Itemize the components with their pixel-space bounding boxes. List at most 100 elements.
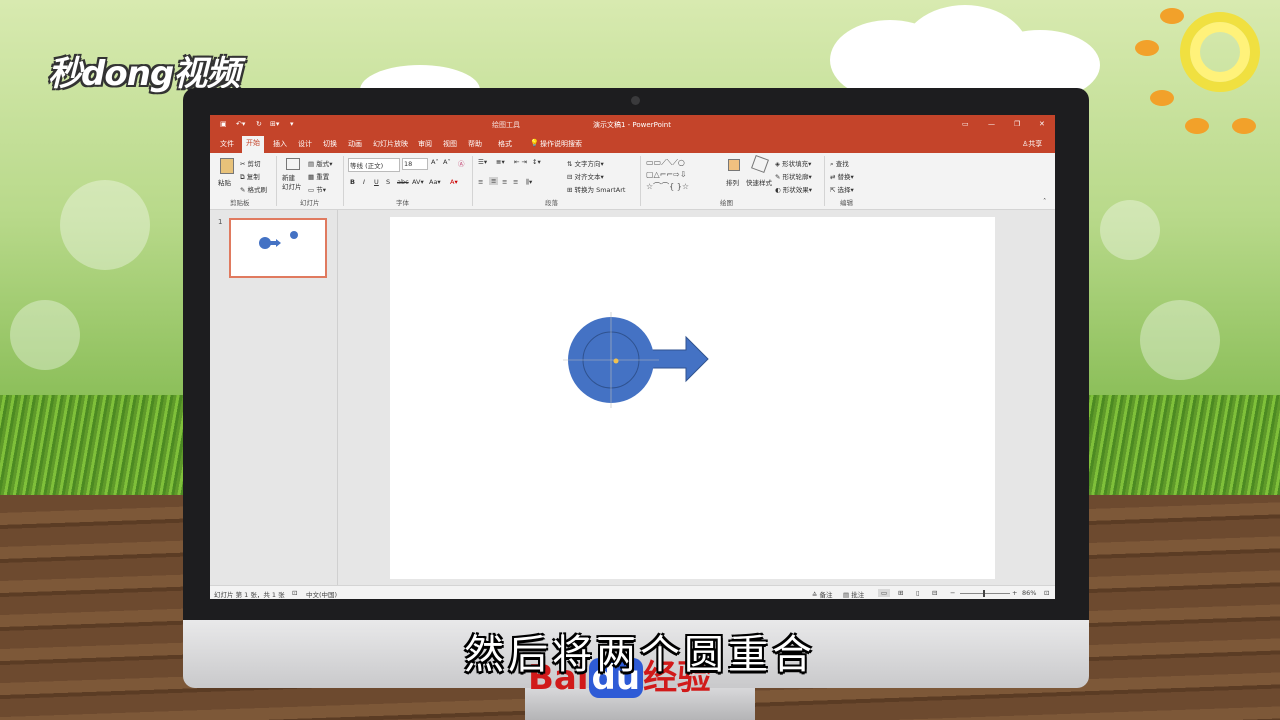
status-bar: 幻灯片 第 1 张，共 1 张 ⊡ 中文(中国) ≙ 备注 ▤ 批注 ▭ ⊞ ▯… [210,585,1055,599]
char-spacing-icon[interactable]: AV▾ [412,178,424,186]
normal-view-icon[interactable]: ▭ [878,589,891,597]
comment-icon: ▤ [843,591,852,599]
change-case-icon[interactable]: Aa▾ [429,178,441,186]
smartart-icon: ⊞ [567,186,575,194]
tab-help[interactable]: 帮助 [464,137,486,151]
cut-button[interactable]: ✂ 剪切 [240,158,261,168]
strikethrough-icon[interactable]: abc [397,178,409,186]
text-direction-button[interactable]: ⇅ 文字方向▾ [567,158,604,168]
format-painter-button[interactable]: ✎ 格式刷 [240,184,267,194]
close-icon[interactable]: ✕ [1039,120,1045,128]
bullets-icon[interactable]: ☰▾ [478,158,487,166]
columns-icon[interactable]: ⫼▾ [526,178,532,187]
redo-icon[interactable]: ↻ [256,120,262,128]
font-size-select[interactable]: 18 [402,158,428,170]
share-button[interactable]: ♙共享 [1018,137,1046,151]
present-icon[interactable]: ⊞▾ [270,120,279,128]
indent-icons[interactable]: ⇤ ⇥ [514,158,527,166]
section-icon: ▭ [308,186,317,194]
new-slide-button[interactable]: 新建 幻灯片 [282,174,302,192]
italic-icon[interactable]: I [363,178,365,186]
align-text-button[interactable]: ⊟ 对齐文本▾ [567,171,604,181]
window-title: 演示文稿1 - PowerPoint [593,121,671,129]
tab-transitions[interactable]: 切换 [319,137,341,151]
restore-icon[interactable]: ❐ [1014,120,1020,128]
tab-format[interactable]: 格式 [494,137,516,151]
section-button[interactable]: ▭ 节▾ [308,184,326,194]
fit-slide-icon[interactable]: ⊡ [1044,589,1049,597]
shape-outline-button[interactable]: ✎ 形状轮廓▾ [775,171,812,181]
shape-gallery[interactable]: ▭▭⟋⟍⟋○ ▢△⌐⌐⇨⇩ ☆⌒⌒{ }☆ [646,157,718,197]
tab-view[interactable]: 视图 [439,137,461,151]
shadow-icon[interactable]: S [386,178,390,186]
zoom-level[interactable]: 86% [1022,589,1036,597]
zoom-slider[interactable] [960,590,1010,597]
comments-button[interactable]: ▤ 批注 [843,589,864,599]
undo-icon[interactable]: ↶▾ [236,120,245,128]
customize-qat-icon[interactable]: ▾ [290,120,294,128]
tab-insert[interactable]: 插入 [269,137,291,151]
font-color-icon[interactable]: A▾ [450,178,458,186]
justify-icon[interactable]: ≡ [513,178,518,186]
align-text-icon: ⊟ [567,173,575,181]
slide-shapes [563,312,709,408]
paste-icon [220,158,234,174]
align-center-icon[interactable]: ≡ [489,177,499,185]
notes-icon: ≙ [812,591,820,599]
collapse-ribbon-icon[interactable]: ˄ [1043,197,1046,205]
zoom-in-icon[interactable]: + [1012,589,1017,597]
ribbon-display-icon[interactable]: ▭ [962,120,969,128]
smartart-button[interactable]: ⊞ 转换为 SmartArt [567,184,625,194]
tab-review[interactable]: 审阅 [414,137,436,151]
save-icon[interactable]: ▣ [220,120,227,128]
bold-icon[interactable]: B [350,178,355,186]
group-slides: 幻灯片 [300,199,320,207]
paste-button[interactable]: 粘贴 [218,177,231,187]
select-button[interactable]: ⇱ 选择▾ [830,184,854,194]
tab-home[interactable]: 开始 [242,136,264,153]
arrange-button[interactable]: 排列 [726,177,739,187]
font-name-select[interactable]: 等线 (正文) [348,158,400,172]
layout-icon: ▤ [308,160,317,168]
zoom-thumb[interactable] [983,590,985,597]
slide-canvas[interactable] [390,217,995,579]
shape-fill-button[interactable]: ◈ 形状填充▾ [775,158,811,168]
group-drawing: 绘图 [720,199,733,207]
replace-button[interactable]: ⇄ 替换▾ [830,171,854,181]
monitor-bezel: ▣ ↶▾ ↻ ⊞▾ ▾ 绘图工具 演示文稿1 - PowerPoint ▭ — … [183,88,1089,620]
tab-animations[interactable]: 动画 [344,137,366,151]
sorter-view-icon[interactable]: ⊞ [898,589,903,597]
tab-design[interactable]: 设计 [294,137,316,151]
slideshow-view-icon[interactable]: ⊟ [932,589,937,597]
align-right-icon[interactable]: ≡ [502,178,507,186]
zoom-out-icon[interactable]: − [950,589,955,597]
quick-styles-button[interactable]: 快速样式 [746,177,772,187]
video-caption: 然后将两个圆重合 [464,632,816,678]
find-button[interactable]: ⌕ 查找 [830,158,849,169]
thumbnail-arrow[interactable] [269,239,281,247]
underline-icon[interactable]: U [374,178,379,186]
notes-button[interactable]: ≙ 备注 [812,589,833,599]
layout-button[interactable]: ▤ 版式▾ [308,158,332,168]
shrink-font-icon[interactable]: A˅ [443,158,451,166]
rotate-handle[interactable] [613,358,619,364]
tab-slideshow[interactable]: 幻灯片放映 [369,137,412,151]
language-status[interactable]: 中文(中国) [306,589,337,599]
text-direction-icon: ⇅ [567,160,575,168]
grow-font-icon[interactable]: A˄ [431,158,439,166]
slide-thumbnail[interactable] [229,218,327,278]
contextual-tab-title: 绘图工具 [492,121,520,129]
reading-view-icon[interactable]: ▯ [916,589,920,597]
numbering-icon[interactable]: ≣▾ [496,158,505,166]
copy-button[interactable]: ⧉ 复制 [240,171,260,182]
align-left-icon[interactable]: ≡ [478,178,483,186]
tell-me-search[interactable]: 操作说明搜索 [536,137,586,151]
thumbnail-small-circle[interactable] [290,231,298,239]
line-spacing-icon[interactable]: ↕▾ [532,158,541,166]
tab-file[interactable]: 文件 [216,137,238,151]
spellcheck-icon[interactable]: ⊡ [292,589,297,597]
shape-effects-button[interactable]: ◐ 形状效果▾ [775,184,812,194]
clear-format-icon[interactable]: Ⓐ [458,158,465,168]
reset-button[interactable]: ▦ 重置 [308,171,329,181]
minimize-icon[interactable]: — [988,120,995,128]
